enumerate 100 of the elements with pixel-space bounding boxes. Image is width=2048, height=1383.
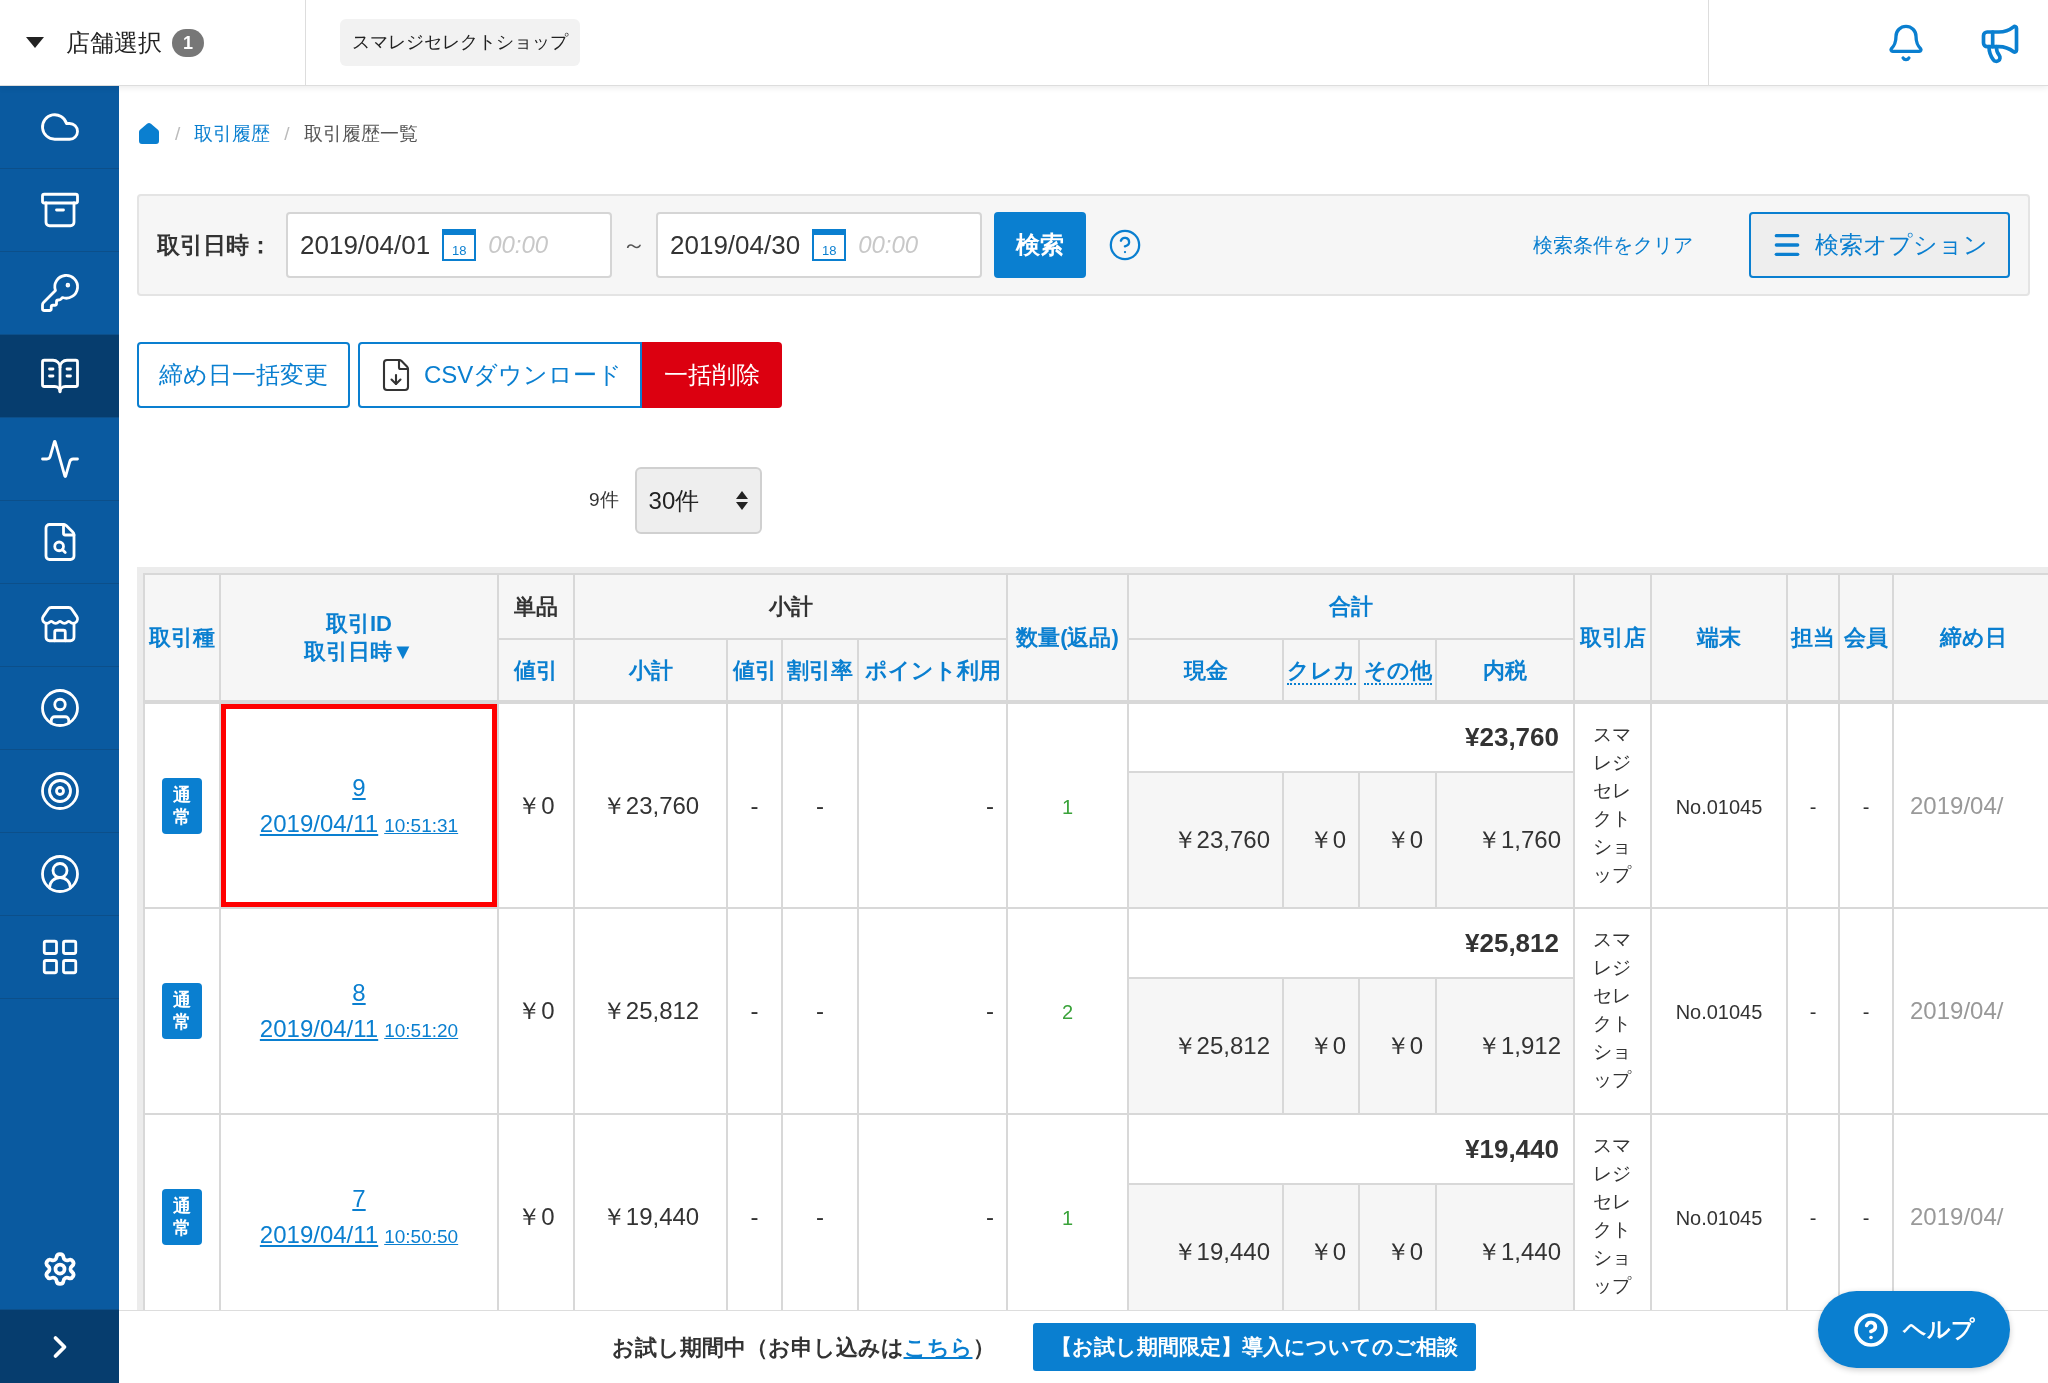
table-cell: -: [986, 791, 994, 819]
column-header[interactable]: 数量(返品): [1007, 574, 1128, 702]
user-circle-icon: [38, 687, 81, 729]
column-header[interactable]: ポイント利用: [858, 639, 1007, 702]
member-cell: -: [1862, 795, 1870, 818]
table-cell: ￥0: [1385, 1032, 1423, 1059]
date-value: 2019/04/30: [670, 228, 801, 262]
store-select[interactable]: 店舗選択 1: [0, 0, 306, 85]
type-badge: 通常: [162, 1189, 202, 1245]
table-cell: ￥0: [517, 1203, 555, 1230]
transaction-id-link[interactable]: 9: [352, 769, 366, 806]
table-cell: -: [750, 997, 759, 1024]
consult-button[interactable]: 【お試し期間限定】導入についてのご相談: [1032, 1323, 1476, 1371]
settings-icon: [41, 1250, 78, 1287]
search-options-button[interactable]: 検索オプション: [1749, 212, 2010, 278]
clear-conditions-link[interactable]: 検索条件をクリア: [1533, 230, 1693, 260]
person-circle-icon: [38, 853, 81, 895]
terminal-cell: No.01045: [1675, 795, 1763, 818]
table-cell: ￥23,760: [1172, 826, 1270, 853]
member-cell: -: [1862, 1207, 1870, 1229]
column-header[interactable]: 割引率: [782, 639, 858, 702]
column-header[interactable]: 値引: [727, 639, 782, 702]
table-cell: ￥19,440: [1172, 1238, 1270, 1265]
column-header[interactable]: 内税: [1436, 639, 1574, 702]
column-header[interactable]: 合計: [1128, 574, 1574, 639]
question-icon: [1853, 1311, 1889, 1348]
column-header[interactable]: 取引ID: [326, 609, 392, 638]
home-icon[interactable]: [137, 122, 161, 146]
key-icon: [38, 272, 81, 314]
table-cell: ￥0: [1308, 826, 1346, 853]
table-cell: ￥0: [1385, 826, 1423, 853]
transaction-date-link[interactable]: 2019/04/11: [259, 805, 379, 842]
type-badge: 通常: [162, 983, 202, 1039]
transaction-id-link[interactable]: 8: [352, 975, 366, 1011]
store-name: スマレジセレクトショップ: [1592, 722, 1633, 887]
staff-cell: -: [1809, 1001, 1817, 1023]
transaction-time-link[interactable]: 10:50:50: [384, 1223, 459, 1252]
type-badge: 通常: [162, 777, 202, 834]
table-cell: ￥1,440: [1476, 1238, 1561, 1265]
help-icon[interactable]: [1108, 228, 1142, 262]
column-header[interactable]: 端末: [1651, 574, 1787, 702]
total-amount: ¥25,812: [1465, 927, 1559, 958]
column-header[interactable]: 現金: [1128, 639, 1283, 702]
transaction-date-link[interactable]: 2019/04/11: [259, 1011, 379, 1047]
table-cell: ￥0: [517, 791, 555, 819]
sidebar-item[interactable]: [0, 335, 119, 418]
closing-date-cell: 2019/04/: [1910, 997, 2004, 1024]
table-cell: ￥1,760: [1476, 826, 1561, 853]
table-cell: -: [816, 1203, 824, 1230]
total-amount: ¥19,440: [1465, 1133, 1559, 1164]
apply-link[interactable]: こちら: [903, 1334, 973, 1360]
range-separator: ～: [622, 230, 646, 260]
shop-chip: スマレジセレクトショップ: [340, 19, 580, 66]
column-header[interactable]: 担当: [1787, 574, 1839, 702]
table-cell: ￥25,812: [601, 997, 700, 1024]
column-header[interactable]: 締め日: [1893, 574, 2048, 702]
bulk-change-button[interactable]: 締め日一括変更: [137, 342, 350, 408]
table-cell: -: [750, 791, 759, 819]
transaction-time-link[interactable]: 10:51:31: [384, 811, 459, 840]
column-header[interactable]: 取引店: [1574, 574, 1651, 702]
column-header[interactable]: 取引種: [144, 574, 220, 702]
column-header[interactable]: 取引日時▼: [304, 637, 414, 666]
table-cell: -: [986, 1203, 994, 1230]
column-header[interactable]: 会員: [1839, 574, 1893, 702]
table-cell: -: [816, 791, 824, 819]
line-chart-icon: [38, 438, 81, 480]
quantity-cell: 1: [1061, 1207, 1074, 1229]
caret-icon: [26, 37, 44, 48]
table-cell: ￥25,812: [1172, 1032, 1270, 1059]
table-cell: ￥23,760: [601, 791, 700, 819]
transaction-time-link[interactable]: 10:51:20: [384, 1017, 459, 1046]
breadcrumb-separator: /: [175, 121, 181, 146]
store-name: スマレジセレクトショップ: [1592, 1134, 1633, 1298]
breadcrumb-current: 取引履歴一覧: [303, 121, 418, 146]
transaction-id-link[interactable]: 7: [352, 1181, 366, 1217]
closing-date-cell: 2019/04/: [1910, 791, 2004, 819]
table-cell: ￥0: [1385, 1238, 1423, 1265]
column-header[interactable]: 小計: [574, 639, 727, 702]
bulk-delete-button[interactable]: 一括削除: [642, 342, 783, 408]
table-cell: ￥1,912: [1476, 1032, 1561, 1059]
search-button[interactable]: 検索: [994, 212, 1086, 278]
csv-download-button[interactable]: CSVダウンロード: [358, 342, 643, 408]
terminal-cell: No.01045: [1675, 1207, 1763, 1229]
closing-date-cell: 2019/04/: [1910, 1203, 2004, 1230]
column-header[interactable]: 値引: [498, 639, 574, 702]
staff-cell: -: [1809, 1207, 1817, 1229]
target-icon: [38, 770, 81, 812]
transaction-date-link[interactable]: 2019/04/11: [259, 1217, 379, 1253]
breadcrumb-link[interactable]: 取引履歴: [194, 119, 271, 149]
column-header[interactable]: その他: [1359, 639, 1436, 702]
filter-label: 取引日時：: [157, 230, 272, 260]
table-cell: ￥19,440: [601, 1203, 700, 1230]
count-badge: 1: [172, 28, 204, 57]
table-cell: ￥0: [1308, 1032, 1346, 1059]
column-header[interactable]: クレカ: [1283, 639, 1359, 702]
quantity-cell: 2: [1061, 1001, 1074, 1023]
table-cell: -: [816, 997, 824, 1024]
page-size-select[interactable]: 30件: [634, 467, 762, 534]
quantity-cell: 1: [1061, 795, 1074, 818]
help-button[interactable]: ヘルプ: [1818, 1291, 2010, 1368]
